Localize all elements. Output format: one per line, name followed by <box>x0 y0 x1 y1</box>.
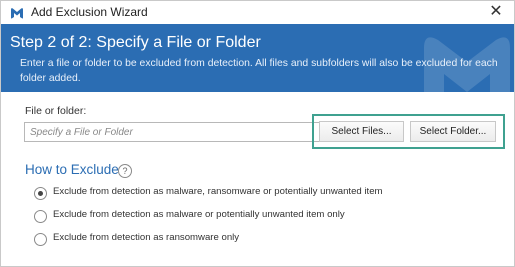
window-title: Add Exclusion Wizard <box>31 5 148 19</box>
title-bar: Add Exclusion Wizard ✕ <box>1 1 514 24</box>
how-to-exclude-title: How to Exclude <box>25 162 119 177</box>
close-icon[interactable]: ✕ <box>486 2 506 22</box>
file-or-folder-label: File or folder: <box>25 105 87 117</box>
radio-label: Exclude from detection as malware, ranso… <box>53 186 383 197</box>
select-files-button[interactable]: Select Files... <box>319 121 404 142</box>
add-exclusion-wizard-window: Add Exclusion Wizard ✕ Step 2 of 2: Spec… <box>0 0 515 267</box>
radio-label: Exclude from detection as malware or pot… <box>53 209 345 220</box>
malwarebytes-logo-icon <box>11 8 23 19</box>
help-icon[interactable]: ? <box>118 164 132 178</box>
step-title: Step 2 of 2: Specify a File or Folder <box>10 34 261 51</box>
radio-label: Exclude from detection as ransomware onl… <box>53 232 240 243</box>
radio-button[interactable] <box>34 210 47 223</box>
radio-button[interactable] <box>34 187 47 200</box>
radio-button[interactable] <box>34 233 47 246</box>
step-description: Enter a file or folder to be excluded fr… <box>20 58 498 84</box>
wizard-header: Step 2 of 2: Specify a File or Folder En… <box>1 24 514 92</box>
select-folder-button[interactable]: Select Folder... <box>410 121 496 142</box>
select-buttons-highlight: Select Files... Select Folder... <box>312 114 505 149</box>
file-or-folder-input[interactable] <box>24 122 322 142</box>
wizard-content: File or folder: Select Files... Select F… <box>1 92 514 266</box>
